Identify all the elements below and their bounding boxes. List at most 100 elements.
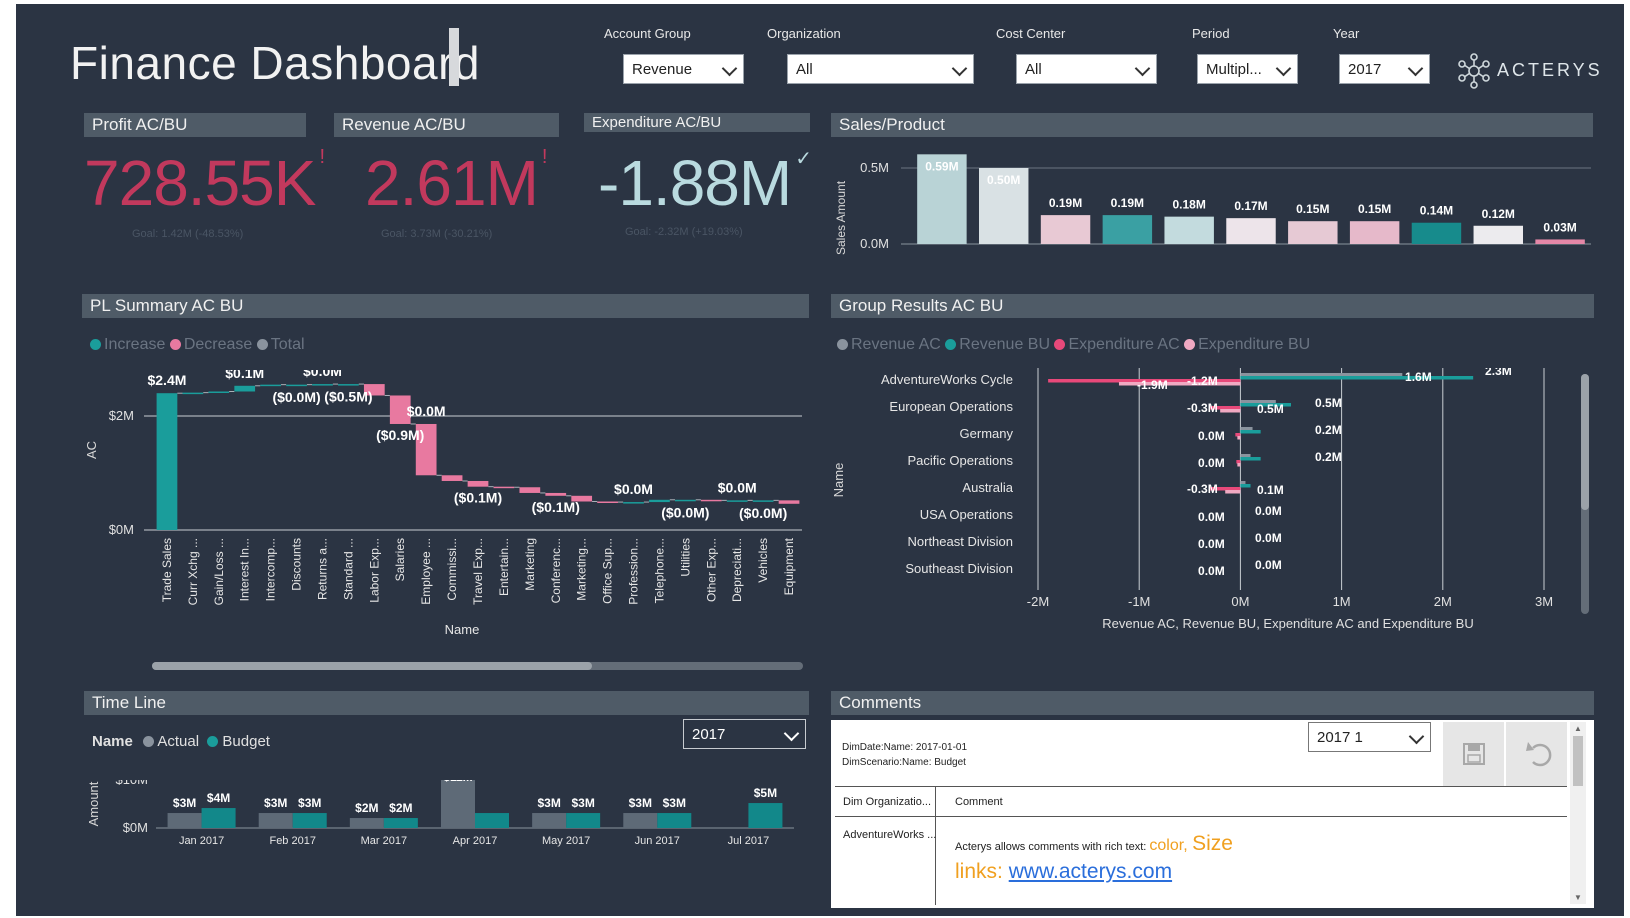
save-icon bbox=[1463, 743, 1485, 765]
organization-dropdown[interactable]: All bbox=[787, 54, 974, 84]
y-tick-label: $2M bbox=[109, 408, 134, 423]
save-button[interactable] bbox=[1443, 722, 1504, 786]
acterys-logo-text: ACTERYS bbox=[1497, 60, 1603, 80]
waterfall-bar bbox=[208, 391, 230, 393]
waterfall-label: ($0.0M) bbox=[661, 504, 709, 520]
sales-bar bbox=[1473, 225, 1523, 244]
bar-value-label: 0.0M bbox=[1198, 429, 1225, 443]
category-label: USA Operations bbox=[920, 507, 1014, 522]
group-bar bbox=[1220, 409, 1241, 413]
bar-value-label: 0.0M bbox=[1255, 558, 1282, 572]
x-tick-label: 1M bbox=[1333, 594, 1351, 609]
waterfall-label: $0.0M bbox=[718, 479, 757, 495]
year-dropdown[interactable]: 2017 bbox=[1339, 54, 1430, 84]
y-tick-label: $10M bbox=[115, 780, 148, 787]
legend-increase[interactable]: Increase bbox=[90, 336, 165, 353]
group-bar bbox=[1240, 430, 1261, 434]
waterfall-label: ($0.0M) bbox=[272, 389, 320, 405]
scrollbar-thumb[interactable] bbox=[1581, 374, 1589, 510]
category-label: European Operations bbox=[889, 399, 1013, 414]
pl-summary-scrollbar[interactable] bbox=[152, 662, 803, 670]
scrollbar-thumb[interactable] bbox=[152, 662, 592, 670]
timeline-year-dropdown[interactable]: 2017 bbox=[683, 719, 806, 749]
sales-bar-label: 0.19M bbox=[1111, 196, 1144, 210]
sales-bar-label: 0.12M bbox=[1482, 207, 1515, 221]
x-tick-label: Depreciati... bbox=[730, 538, 744, 602]
x-tick-label: Employee ... bbox=[419, 538, 433, 605]
kpi-value-expenditure: -1.88M ✓ bbox=[598, 147, 812, 219]
group-results-scrollbar[interactable] bbox=[1581, 374, 1589, 614]
comments-title: Comments bbox=[831, 691, 1594, 715]
category-label: Australia bbox=[962, 480, 1013, 495]
period-dropdown[interactable]: Multipl... bbox=[1197, 54, 1298, 84]
kpi-value-profit: 728.55K! bbox=[84, 146, 325, 219]
title-accent-bar bbox=[449, 28, 459, 86]
sales-bar-label: 0.18M bbox=[1173, 198, 1206, 212]
legend-revenue-ac[interactable]: Revenue AC bbox=[837, 336, 941, 353]
legend-actual[interactable]: Actual bbox=[137, 733, 199, 750]
legend-revenue-bu[interactable]: Revenue BU bbox=[945, 336, 1050, 353]
bar-value-label: 0.5M bbox=[1315, 396, 1342, 410]
legend-total[interactable]: Total bbox=[256, 336, 305, 353]
x-tick-label: Profession... bbox=[627, 538, 641, 605]
waterfall-bar bbox=[519, 487, 541, 493]
scroll-down-icon[interactable]: ▼ bbox=[1574, 893, 1582, 902]
account-group-dropdown[interactable]: Revenue bbox=[623, 54, 744, 84]
y-axis-label: Amount bbox=[86, 781, 101, 826]
kpi-goal-profit: Goal: 1.42M (-48.53%) bbox=[132, 228, 244, 240]
bar-value-label: 0.1M bbox=[1257, 483, 1284, 497]
group-bar bbox=[1240, 427, 1253, 431]
sales-bar bbox=[1288, 221, 1338, 244]
timeline-bar bbox=[657, 813, 692, 828]
chevron-down-icon bbox=[783, 725, 800, 742]
sales-product-chart: Sales Amount 0.0M 0.5M 0.59M 0.50M 0.19M 0.19M… bbox=[834, 154, 1591, 255]
x-tick-label: Jan 2017 bbox=[179, 835, 224, 847]
sales-bar-label: 0.03M bbox=[1543, 220, 1576, 234]
bar-value-label: 0.0M bbox=[1198, 564, 1225, 578]
legend-decrease[interactable]: Decrease bbox=[169, 336, 252, 353]
legend-expenditure-ac[interactable]: Expenditure AC bbox=[1054, 336, 1180, 353]
x-tick-label: 2M bbox=[1434, 594, 1452, 609]
waterfall-bar bbox=[182, 392, 204, 395]
x-tick-label: 0M bbox=[1231, 594, 1249, 609]
meta-date: DimDate:Name: 2017-01-01 bbox=[842, 742, 968, 753]
waterfall-label: $0.0M bbox=[407, 403, 446, 419]
kpi-title-profit: Profit AC/BU bbox=[84, 113, 306, 137]
cost-center-dropdown[interactable]: All bbox=[1016, 54, 1157, 84]
timeline-bar-label: $3M bbox=[537, 796, 560, 810]
sales-bar bbox=[1102, 215, 1153, 244]
group-bar bbox=[1236, 460, 1241, 464]
waterfall-label: ($0.1M) bbox=[532, 499, 580, 515]
x-tick-label: Gain/Loss ... bbox=[212, 538, 226, 605]
x-tick-label: Curr Xchg ... bbox=[186, 538, 200, 605]
sales-bar bbox=[1040, 215, 1091, 244]
chevron-down-icon bbox=[1275, 60, 1292, 77]
kpi-goal-revenue: Goal: 3.73M (-30.21%) bbox=[381, 228, 493, 240]
comment-color-text: color, bbox=[1149, 837, 1188, 854]
links-label: links: bbox=[955, 860, 1003, 883]
chevron-down-icon bbox=[951, 60, 968, 77]
waterfall-bar bbox=[286, 384, 307, 387]
scrollbar-thumb[interactable] bbox=[1573, 736, 1583, 786]
x-tick-label: Marketing bbox=[523, 538, 537, 591]
comment-rich-text[interactable]: Acterys allows comments with rich text: … bbox=[955, 832, 1233, 856]
timeline-bar-label: $3M bbox=[173, 796, 196, 810]
y-tick-label: $0M bbox=[109, 522, 134, 537]
timeline-bar bbox=[349, 818, 384, 828]
comments-meta: DimDate:Name: 2017-01-01 DimScenario:Nam… bbox=[842, 740, 967, 770]
acterys-link[interactable]: www.acterys.com bbox=[1009, 860, 1172, 883]
bar-value-label: 0.2M bbox=[1315, 450, 1342, 464]
timeline-bar bbox=[748, 803, 783, 828]
scroll-up-icon[interactable]: ▲ bbox=[1574, 724, 1582, 733]
comments-scrollbar[interactable]: ▲ ▼ bbox=[1570, 722, 1586, 904]
legend-expenditure-bu[interactable]: Expenditure BU bbox=[1184, 336, 1310, 353]
waterfall-bar bbox=[312, 384, 333, 386]
comments-period-dropdown[interactable]: 2017 1 bbox=[1308, 722, 1431, 752]
x-tick-label: 3M bbox=[1535, 594, 1553, 609]
category-label: AdventureWorks Cycle bbox=[881, 372, 1013, 387]
x-tick-label: Trade Sales bbox=[160, 538, 174, 602]
waterfall-bar bbox=[156, 393, 178, 530]
legend-budget[interactable]: Budget bbox=[203, 733, 270, 750]
undo-button[interactable] bbox=[1506, 722, 1567, 786]
waterfall-label: $0.1M bbox=[225, 370, 264, 381]
